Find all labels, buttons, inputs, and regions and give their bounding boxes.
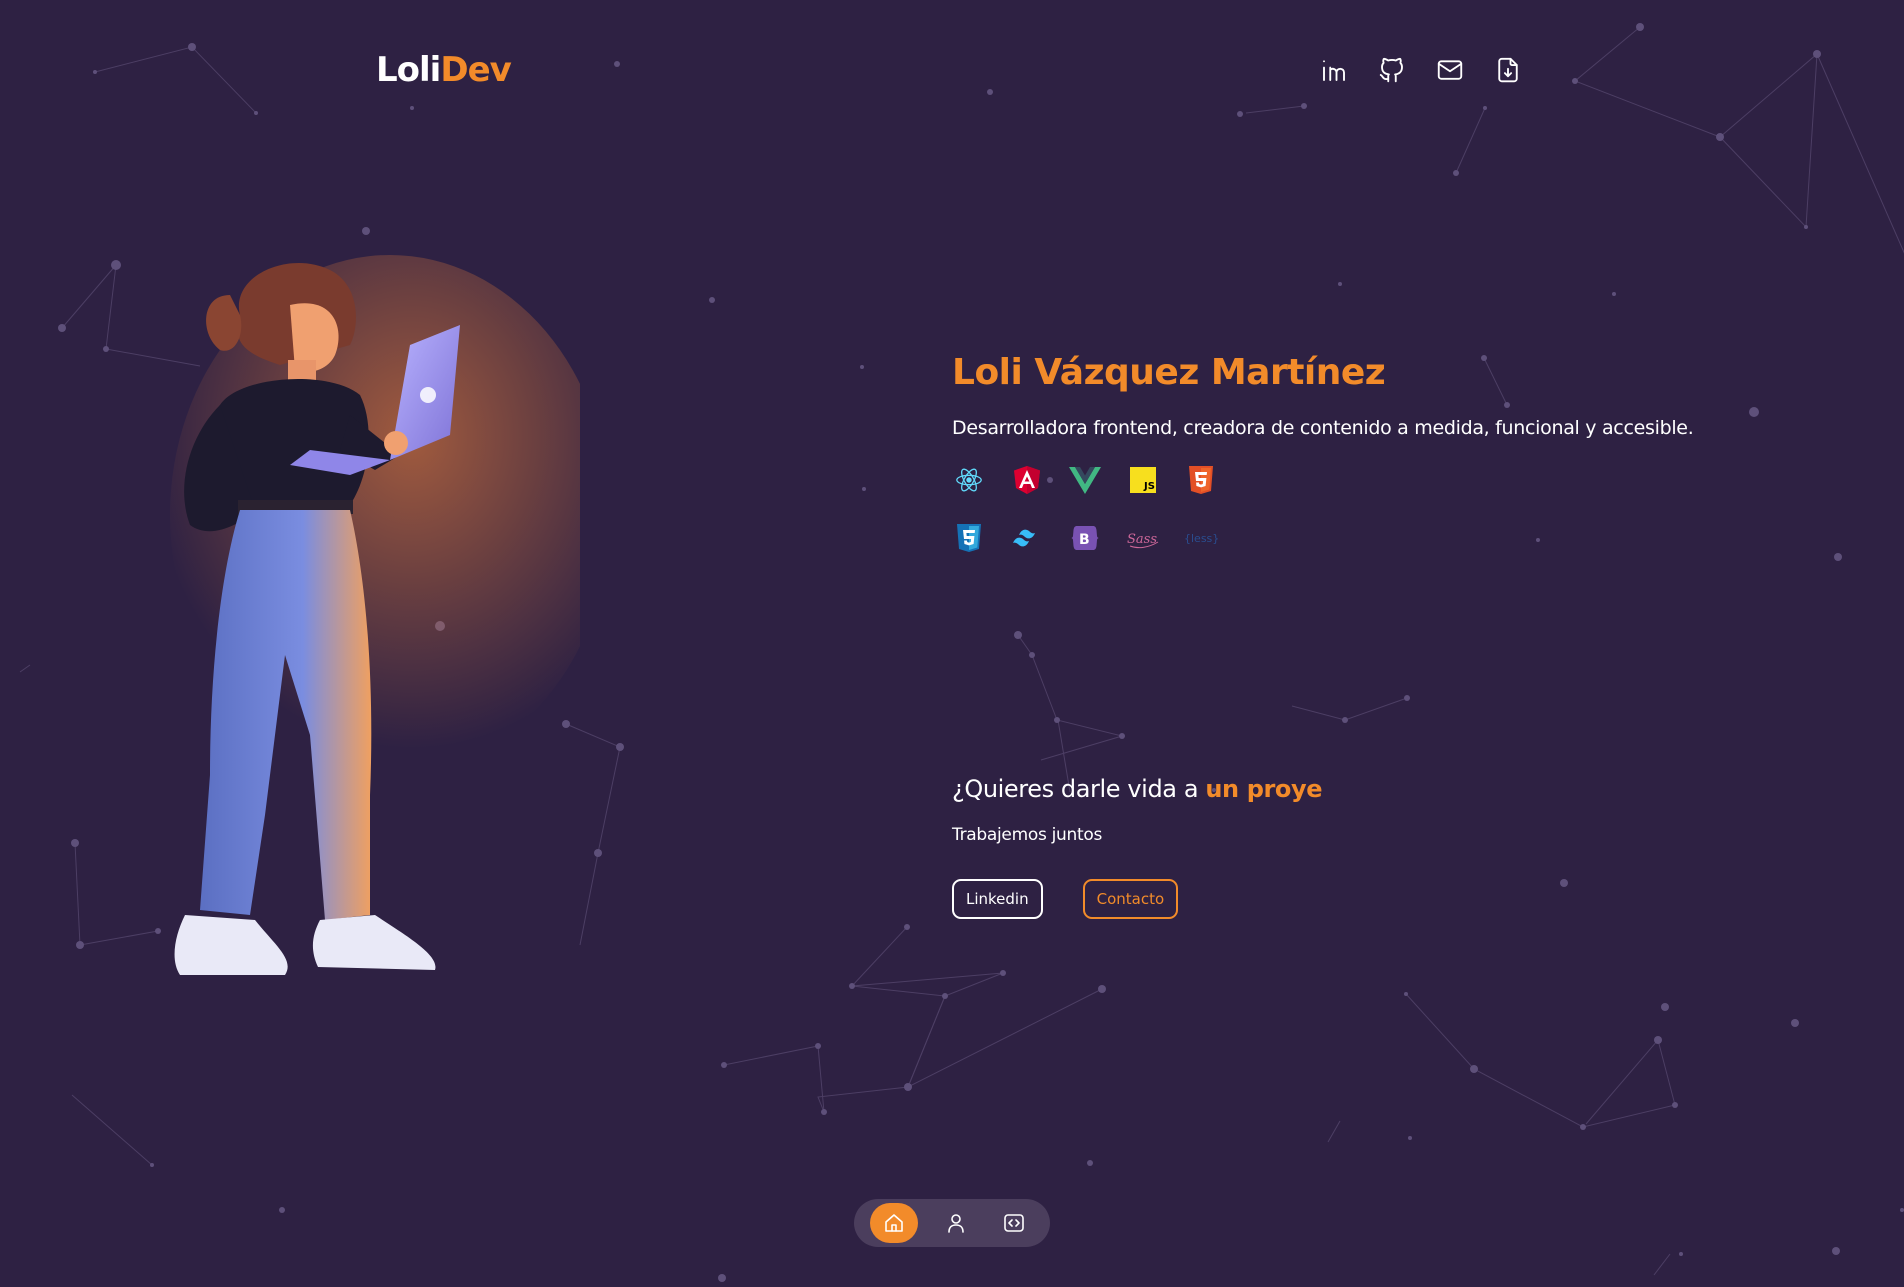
logo-part-dev: Dev [440,50,511,90]
hero-content: Loli Vázquez Martínez Desarrolladora fro… [952,340,1752,555]
linkedin-icon[interactable] [1318,54,1350,86]
site-header: LoliDev [0,0,1904,140]
css3-icon [952,521,986,555]
logo[interactable]: LoliDev [376,50,512,90]
cta-subtitle: Trabajemos juntos [952,825,1103,845]
code-icon[interactable] [994,1203,1034,1243]
download-cv-icon[interactable] [1492,54,1524,86]
hero-illustration [170,255,580,975]
cta-buttons: Linkedin Contacto [952,879,1752,919]
hero-name: Loli Vázquez Martínez [952,352,1386,393]
bootstrap-label: B [1079,532,1090,548]
contact-button[interactable]: Contacto [1082,879,1179,919]
tailwind-icon [1010,521,1044,555]
bootstrap-icon: B [1068,521,1102,555]
cta-title-text: ¿Quieres darle vida a [952,775,1206,803]
logo-part-loli: Loli [376,50,441,90]
user-icon[interactable] [936,1203,976,1243]
vue-icon [1068,463,1102,497]
sass-icon: Sass [1126,521,1160,555]
angular-icon [1010,463,1044,497]
less-icon: {less} [1184,521,1218,555]
mail-icon[interactable] [1434,54,1466,86]
tech-stack: JS B Sass {less} [952,463,1752,555]
javascript-label: JS [1143,481,1155,492]
github-icon[interactable] [1376,54,1408,86]
cta-section: ¿Quieres darle vida a un proye Trabajemo… [952,775,1752,919]
javascript-icon: JS [1126,463,1160,497]
cta-title: ¿Quieres darle vida a un proye [952,775,1752,803]
react-icon [952,463,986,497]
less-label: {less} [1184,532,1218,545]
social-links [1318,54,1524,86]
bottom-dock-nav [854,1199,1050,1247]
html5-icon [1184,463,1218,497]
linkedin-button[interactable]: Linkedin [952,879,1043,919]
home-icon[interactable] [870,1203,918,1243]
cta-title-highlight: un proye [1205,775,1323,803]
hero-tagline: Desarrolladora frontend, creadora de con… [952,417,1694,439]
